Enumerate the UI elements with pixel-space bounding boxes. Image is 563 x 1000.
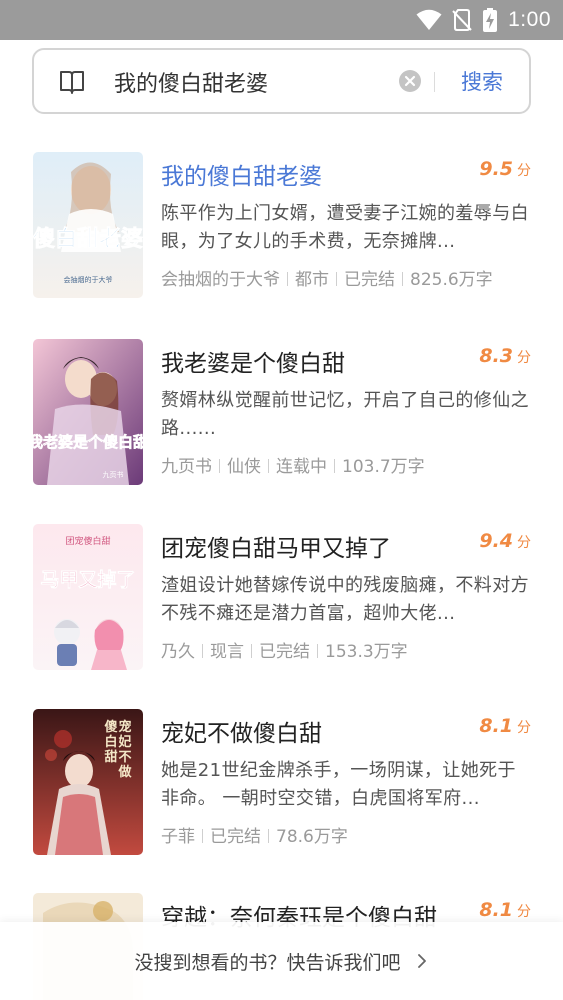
rating: 8.3 分 <box>479 345 531 367</box>
wifi-icon <box>416 9 442 30</box>
rating: 8.1 分 <box>479 715 531 737</box>
rating-unit: 分 <box>517 720 531 736</box>
book-meta: 子菲 已完结 78.6万字 <box>161 822 348 847</box>
book-meta: 九页书 仙侠 连载中 103.7万字 <box>161 452 425 477</box>
chevron-right-icon <box>417 954 426 968</box>
battery-charging-icon <box>483 8 498 32</box>
book-wordcount: 153.3万字 <box>325 642 408 662</box>
book-genre: 都市 <box>295 270 329 290</box>
no-sim-icon <box>452 9 472 31</box>
book-title[interactable]: 团宠傻白甜马甲又掉了 <box>161 529 391 563</box>
rating-score: 8.1 <box>479 715 513 737</box>
book-meta: 会抽烟的于大爷 都市 已完结 825.6万字 <box>161 265 493 290</box>
book-author: 九页书 <box>161 457 212 477</box>
search-box[interactable]: 搜索 <box>32 48 531 114</box>
cover-title-text: 我老婆是个傻白甜 <box>33 433 143 451</box>
book-title[interactable]: 我老婆是个傻白甜 <box>161 344 345 378</box>
feedback-text[interactable]: 没搜到想看的书？快告诉我们吧 <box>134 948 400 975</box>
book-genre: 现言 <box>210 642 244 662</box>
clear-icon[interactable] <box>399 70 421 92</box>
rating-unit: 分 <box>517 535 531 551</box>
rating: 9.5 分 <box>479 158 531 180</box>
book-description: 赘婿林纵觉醒前世记忆，开启了自己的修仙之路...... <box>161 390 529 439</box>
book-author: 会抽烟的于大爷 <box>161 270 280 290</box>
book-description: 她是21世纪金牌杀手，一场阴谋，让她死于非命。 一朝时空交错，白虎国将军府... <box>161 760 516 809</box>
book-author: 子菲 <box>161 827 195 847</box>
list-item[interactable]: 傻白甜老婆 会抽烟的于大爷 我的傻白甜老婆 9.5 分 陈平作为上门女婿，遭受妻子… <box>0 152 563 300</box>
status-time: 1:00 <box>508 8 551 31</box>
rating-score: 9.5 <box>479 158 513 180</box>
search-divider <box>434 72 435 92</box>
list-item[interactable]: 我老婆是个傻白甜 九页书 我老婆是个傻白甜 8.3 分 赘婿林纵觉醒前世记忆，开启… <box>0 339 563 487</box>
book-status: 连载中 <box>276 457 327 477</box>
search-button[interactable]: 搜索 <box>461 65 503 99</box>
cover-title-text: 马甲又掉了 <box>40 568 135 591</box>
book-wordcount: 825.6万字 <box>410 270 493 290</box>
book-title[interactable]: 我的傻白甜老婆 <box>161 157 322 191</box>
book-wordcount: 103.7万字 <box>342 457 425 477</box>
rating-unit: 分 <box>517 163 531 179</box>
list-item[interactable]: 宠妃不做傻白甜 宠妃不做傻白甜 8.1 分 她是21世纪金牌杀手，一场阴谋，让她死… <box>0 709 563 857</box>
book-description: 陈平作为上门女婿，遭受妻子江婉的羞辱与白眼，为了女儿的手术费，无奈摊牌... <box>161 203 529 252</box>
book-cover[interactable]: 傻白甜老婆 会抽烟的于大爷 <box>33 152 143 298</box>
book-author: 乃久 <box>161 642 195 662</box>
cover-title-text: 傻白甜老婆 <box>33 226 143 252</box>
status-icons: 1:00 <box>416 7 551 33</box>
cover-series-text: 团宠傻白甜 <box>65 535 110 547</box>
book-status: 已完结 <box>344 270 395 290</box>
book-cover[interactable]: 我老婆是个傻白甜 九页书 <box>33 339 143 485</box>
rating-score: 8.3 <box>479 345 513 367</box>
book-wordcount: 78.6万字 <box>276 827 348 847</box>
book-status: 已完结 <box>210 827 261 847</box>
rating: 8.1 分 <box>479 899 531 921</box>
rating-unit: 分 <box>517 904 531 920</box>
book-icon <box>60 71 84 94</box>
feedback-bar[interactable]: 没搜到想看的书？快告诉我们吧 <box>0 922 563 1000</box>
book-meta: 乃久 现言 已完结 153.3万字 <box>161 637 408 662</box>
rating: 9.4 分 <box>479 530 531 552</box>
rating-score: 8.1 <box>479 899 513 921</box>
book-cover[interactable]: 团宠傻白甜 马甲又掉了 <box>33 524 143 670</box>
book-description: 渣姐设计她替嫁传说中的残废脑瘫，不料对方不残不瘫还是潜力首富，超帅大佬... <box>161 575 529 624</box>
status-bar: 1:00 <box>0 0 563 40</box>
book-status: 已完结 <box>259 642 310 662</box>
book-title[interactable]: 宠妃不做傻白甜 <box>161 714 322 748</box>
rating-unit: 分 <box>517 350 531 366</box>
search-input[interactable] <box>114 65 394 99</box>
book-genre: 仙侠 <box>227 457 261 477</box>
cover-author-text: 会抽烟的于大爷 <box>64 275 113 284</box>
rating-score: 9.4 <box>479 530 513 552</box>
cover-author-text: 九页书 <box>103 470 124 479</box>
list-item[interactable]: 团宠傻白甜 马甲又掉了 团宠傻白甜马甲又掉了 9.4 分 渣姐设计她替嫁传说中的残… <box>0 524 563 672</box>
book-cover[interactable]: 宠妃不做傻白甜 <box>33 709 143 855</box>
